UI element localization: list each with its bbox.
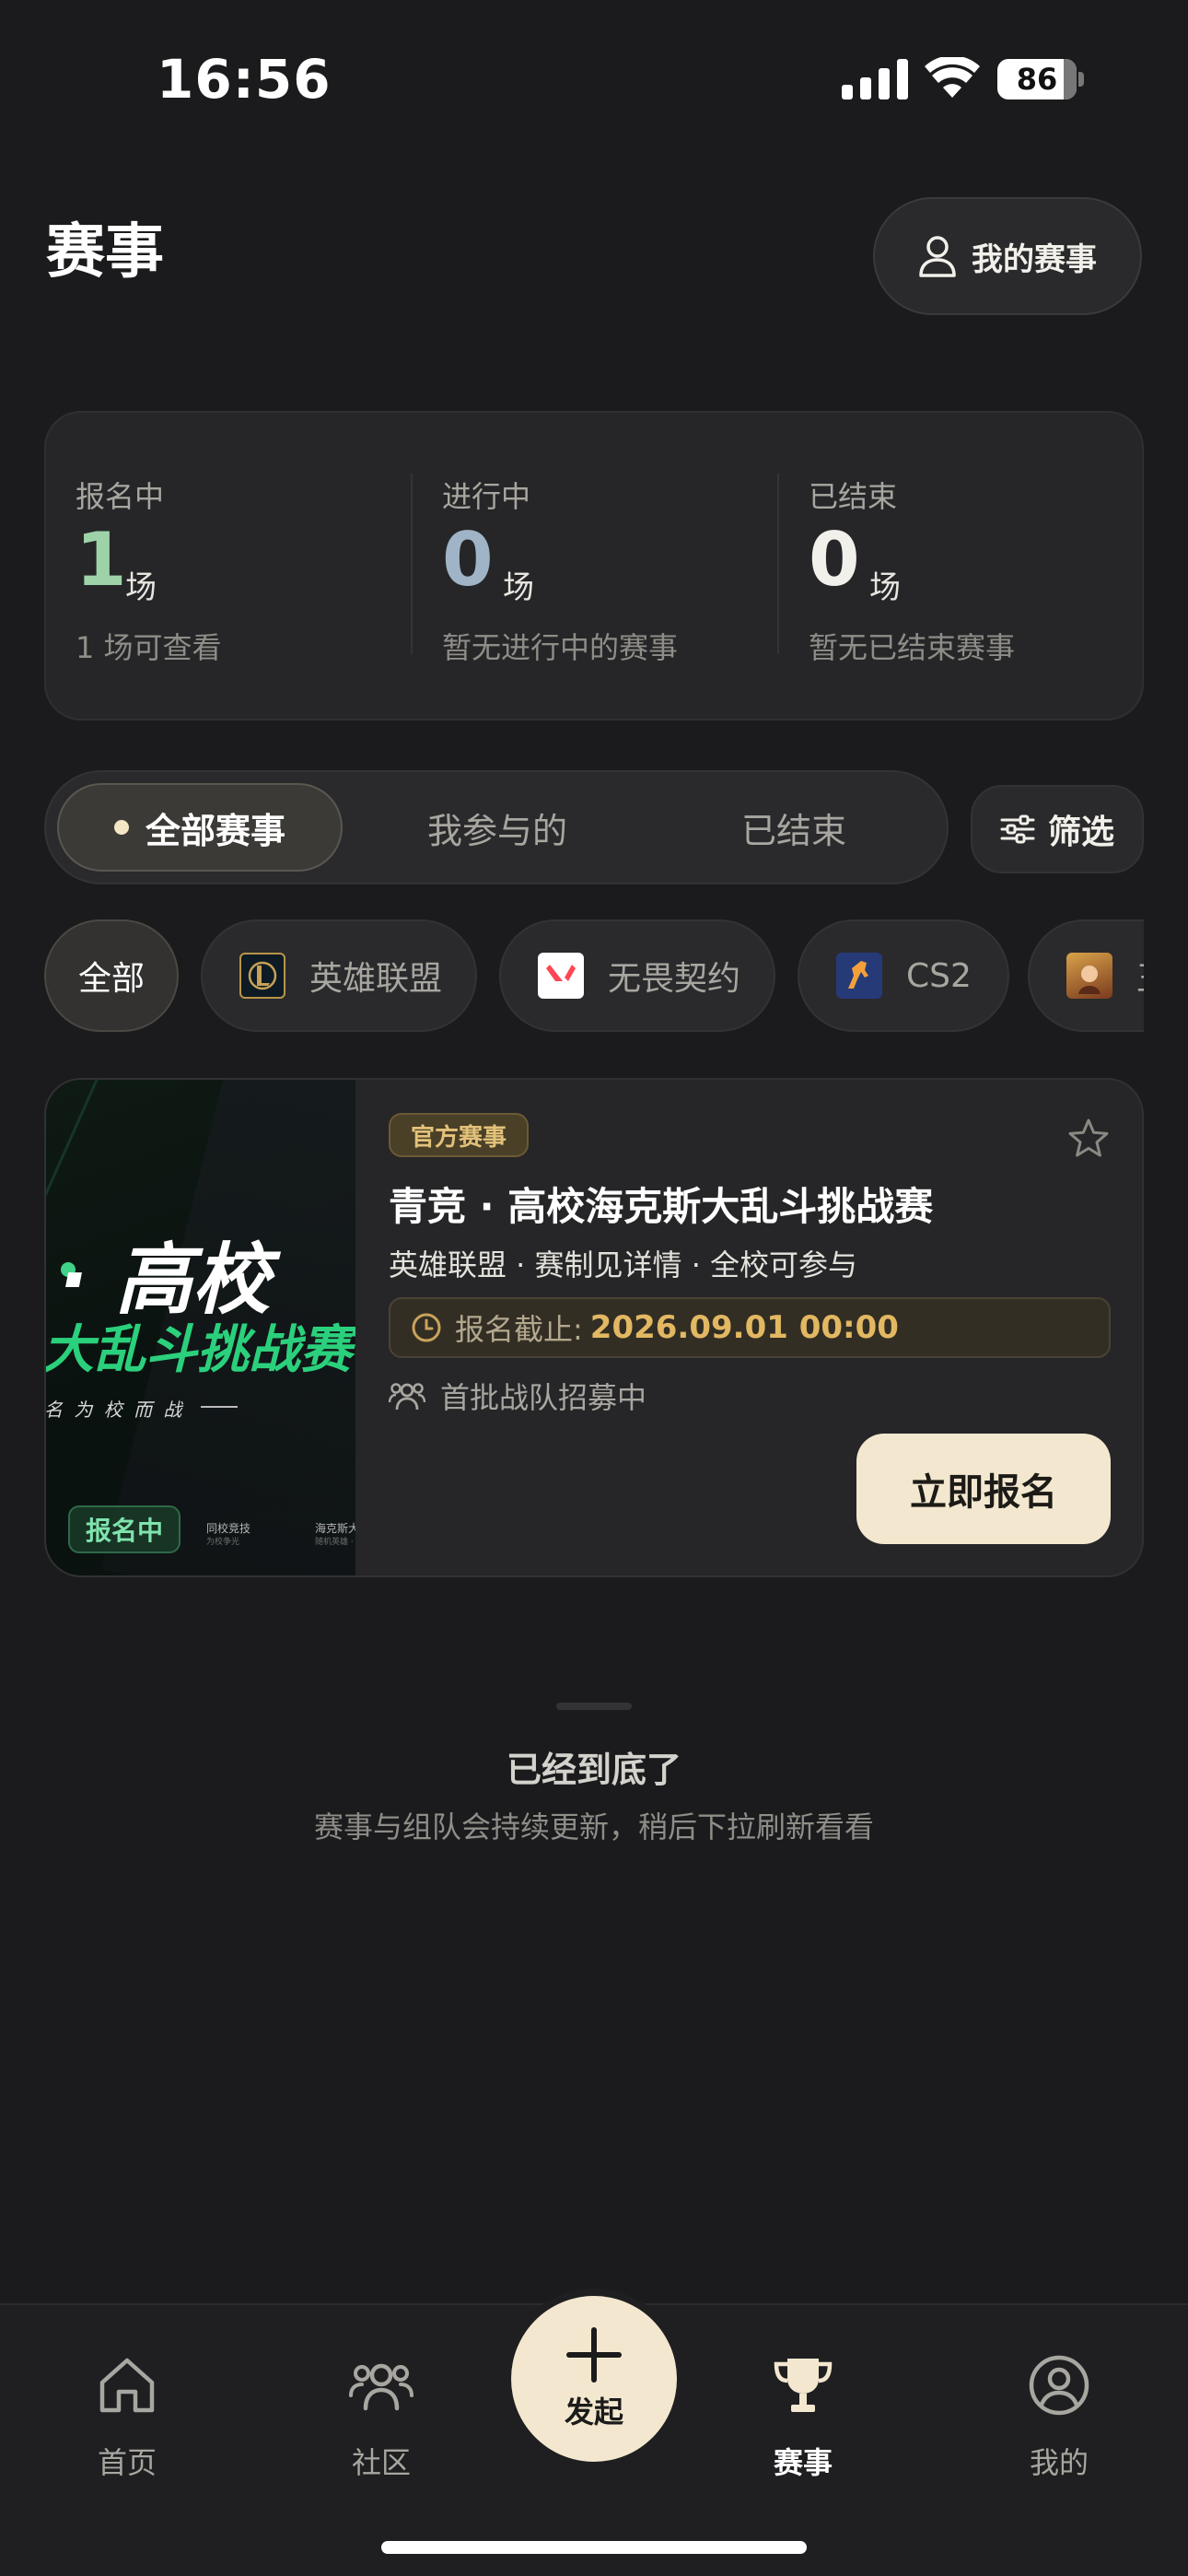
chip-label: 无畏契约	[608, 960, 741, 998]
poster-title-line2: 大乱斗挑战赛	[46, 1320, 352, 1380]
chip-label: CS2	[906, 956, 972, 995]
status-time: 16:56	[157, 48, 332, 111]
stat-label: 进行中	[442, 479, 531, 514]
nav-community[interactable]: 社区	[308, 2353, 455, 2482]
nav-label: 首页	[97, 2445, 157, 2480]
stat-ongoing[interactable]: 进行中 0 场 暂无进行中的赛事	[442, 413, 774, 722]
tab-label: 已结束	[740, 810, 846, 851]
community-icon	[349, 2363, 413, 2411]
chip-label: 全部	[77, 960, 145, 998]
chip-label: 王	[1136, 952, 1144, 1000]
stat-desc: 1 场可查看	[76, 630, 222, 665]
end-of-list-title: 已经到底了	[506, 1750, 681, 1790]
stat-divider	[777, 474, 779, 654]
filter-label: 筛选	[1047, 814, 1114, 851]
stat-divider	[411, 474, 413, 654]
nav-home[interactable]: 首页	[53, 2353, 201, 2482]
stat-label: 报名中	[76, 479, 165, 514]
honor-of-kings-icon	[1066, 953, 1112, 999]
league-of-legends-icon	[239, 953, 285, 999]
trophy-icon	[774, 2359, 833, 2412]
cs2-icon	[836, 953, 882, 999]
sliders-icon	[1000, 814, 1035, 844]
my-events-label: 我的赛事	[972, 240, 1097, 278]
event-title: 青竞 · 高校海克斯大乱斗挑战赛	[389, 1184, 934, 1229]
battery-level: 86	[1016, 62, 1058, 97]
chip-valorant[interactable]: 无畏契约	[499, 919, 775, 1032]
nav-label: 我的	[1029, 2445, 1089, 2480]
recruit-status: 首批战队招募中	[389, 1375, 646, 1417]
signup-button[interactable]: 立即报名	[856, 1434, 1111, 1544]
poster-feature-2: 海克斯大乱斗	[315, 1522, 355, 1535]
nav-mine[interactable]: 我的	[985, 2353, 1133, 2482]
deadline-label: 报名截止:	[455, 1312, 583, 1347]
stat-desc: 暂无进行中的赛事	[442, 630, 679, 665]
chip-league-of-legends[interactable]: 英雄联盟	[201, 919, 477, 1032]
nav-label: 社区	[351, 2445, 411, 2480]
event-tabs: 全部赛事 我参与的 已结束	[44, 770, 949, 884]
recruit-label: 首批战队招募中	[440, 1380, 647, 1415]
stat-registering[interactable]: 报名中 1 场 1 场可查看	[76, 413, 407, 722]
event-poster: · 高校 大乱斗挑战赛 名 为 校 而 战 报名中 同校竞技 为校争光 海克斯大…	[46, 1080, 355, 1575]
create-label: 发起	[564, 2395, 623, 2430]
nav-label: 赛事	[773, 2445, 833, 2480]
plus-icon	[566, 2327, 622, 2383]
nav-events[interactable]: 赛事	[729, 2353, 877, 2482]
page-title: 赛事	[46, 218, 164, 287]
stat-count: 1	[76, 517, 127, 603]
star-icon[interactable]	[1066, 1117, 1111, 1161]
deadline-value: 2026.09.01 00:00	[589, 1309, 899, 1346]
event-card[interactable]: · 高校 大乱斗挑战赛 名 为 校 而 战 报名中 同校竞技 为校争光 海克斯大…	[44, 1078, 1144, 1577]
my-events-button[interactable]: 我的赛事	[873, 197, 1142, 315]
game-filter-row: 全部 英雄联盟 无畏契约 CS2 王	[44, 919, 1144, 1034]
home-icon	[99, 2358, 155, 2413]
cellular-signal-icon	[842, 59, 908, 100]
stat-ended[interactable]: 已结束 0 场 暂无已结束赛事	[809, 413, 1140, 722]
stat-unit: 场	[125, 569, 157, 606]
valorant-icon	[538, 953, 584, 999]
event-meta: 英雄联盟 · 赛制见详情 · 全校可参与	[389, 1247, 858, 1282]
team-icon	[389, 1383, 425, 1411]
stat-label: 已结束	[809, 479, 898, 514]
clock-icon	[412, 1313, 441, 1342]
user-icon	[919, 236, 956, 277]
home-indicator	[381, 2541, 807, 2554]
chip-honor-of-kings[interactable]: 王	[1028, 919, 1144, 1032]
stat-unit: 场	[503, 569, 534, 606]
chip-cs2[interactable]: CS2	[798, 919, 1009, 1032]
chip-label: 英雄联盟	[309, 960, 443, 998]
stats-card: 报名中 1 场 1 场可查看 进行中 0 场 暂无进行中的赛事 已结束 0 场 …	[44, 411, 1144, 720]
create-button[interactable]: 发起	[511, 2296, 677, 2462]
profile-icon	[1029, 2355, 1089, 2416]
stat-unit: 场	[869, 569, 901, 606]
end-divider	[556, 1703, 632, 1710]
tab-label: 我参与的	[426, 810, 567, 851]
stat-count: 0	[442, 517, 494, 603]
chip-all[interactable]: 全部	[44, 919, 179, 1032]
poster-feature-1: 同校竞技	[206, 1522, 251, 1535]
status-badge: 报名中	[68, 1505, 181, 1553]
tab-all-events[interactable]: 全部赛事	[57, 783, 343, 872]
tab-joined[interactable]: 我参与的	[359, 783, 635, 872]
active-dot	[113, 820, 129, 835]
poster-feature-2-sub: 随机英雄 · 快	[315, 1538, 355, 1547]
tab-ended[interactable]: 已结束	[656, 783, 932, 872]
stat-count: 0	[809, 517, 860, 603]
deadline-box: 报名截止: 2026.09.01 00:00	[389, 1297, 1111, 1358]
official-tag: 官方赛事	[389, 1113, 529, 1157]
poster-slogan: 名 为 校 而 战	[46, 1399, 185, 1421]
end-of-list-desc: 赛事与组队会持续更新，稍后下拉刷新看看	[313, 1809, 874, 1844]
filter-button[interactable]: 筛选	[971, 785, 1144, 873]
poster-feature-1-sub: 为校争光	[206, 1538, 240, 1547]
tab-label: 全部赛事	[145, 810, 285, 851]
stat-desc: 暂无已结束赛事	[809, 630, 1016, 665]
wifi-icon	[925, 57, 980, 98]
battery-icon: 86	[997, 59, 1084, 100]
